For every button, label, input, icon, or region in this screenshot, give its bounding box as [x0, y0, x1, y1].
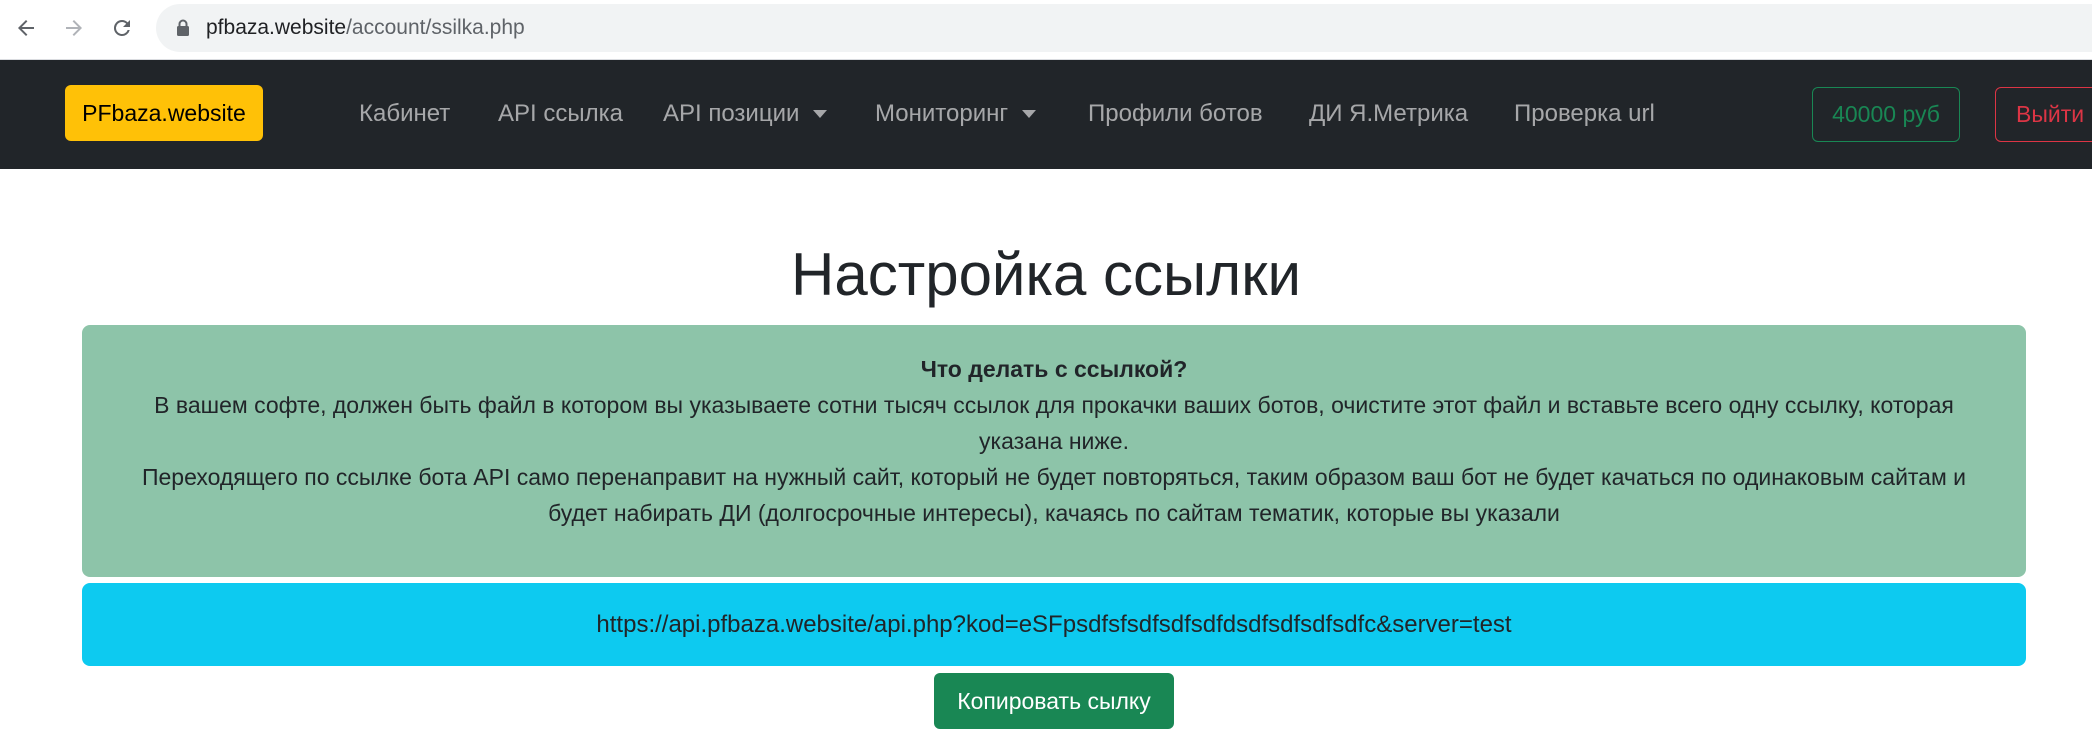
nav-item-monitoring[interactable]: Мониторинг [875, 100, 1037, 128]
logout-button[interactable]: Выйти [1995, 87, 2092, 142]
nav-item-label: API позиции [663, 100, 800, 127]
address-bar[interactable]: pfbaza.website/account/ssilka.php [156, 4, 2092, 52]
nav-item-cabinet[interactable]: Кабинет [359, 100, 450, 128]
nav-item-api-positions[interactable]: API позиции [663, 100, 828, 128]
browser-toolbar: pfbaza.website/account/ssilka.php [0, 0, 2092, 60]
api-link-text[interactable]: https://api.pfbaza.website/api.php?kod=e… [596, 611, 1511, 639]
nav-item-label: Проверка url [1514, 100, 1655, 127]
nav-item-label: API ссылка [498, 100, 623, 127]
lock-icon [177, 19, 189, 36]
top-navbar: PFbaza.website Кабинет API ссылка API по… [0, 60, 2092, 169]
api-link-box: https://api.pfbaza.website/api.php?kod=e… [82, 583, 2026, 666]
url-host: pfbaza.website [206, 16, 347, 39]
nav-item-url-check[interactable]: Проверка url [1514, 100, 1655, 128]
info-question: Что делать с ссылкой? [920, 356, 1188, 382]
brand-button[interactable]: PFbaza.website [65, 85, 263, 141]
nav-item-label: Профили ботов [1088, 100, 1263, 127]
nav-item-di-metrika[interactable]: ДИ Я.Метрика [1309, 100, 1468, 128]
nav-item-label: Мониторинг [875, 100, 1009, 127]
nav-item-label: ДИ Я.Метрика [1309, 100, 1469, 127]
info-alert: Что делать с ссылкой? В вашем софте, дол… [82, 325, 2026, 577]
caret-down-icon [813, 110, 828, 118]
balance-button[interactable]: 40000 руб [1812, 87, 1960, 142]
nav-item-bot-profiles[interactable]: Профили ботов [1088, 100, 1263, 128]
nav-item-label: Кабинет [359, 100, 451, 127]
info-paragraph-1: В вашем софте, должен быть файл в которо… [154, 392, 1954, 454]
url-path: /account/ssilka.php [346, 16, 525, 39]
forward-icon[interactable] [56, 10, 92, 46]
caret-down-icon [1022, 110, 1037, 118]
reload-icon[interactable] [104, 10, 140, 46]
copy-link-button[interactable]: Копировать сылку [934, 673, 1174, 729]
nav-item-api-link[interactable]: API ссылка [498, 100, 623, 128]
info-paragraph-2: Переходящего по ссылке бота API само пер… [141, 464, 1967, 526]
url-text: pfbaza.website/account/ssilka.php [206, 16, 525, 40]
page-title: Настройка ссылки [791, 241, 1301, 308]
back-icon[interactable] [8, 10, 44, 46]
